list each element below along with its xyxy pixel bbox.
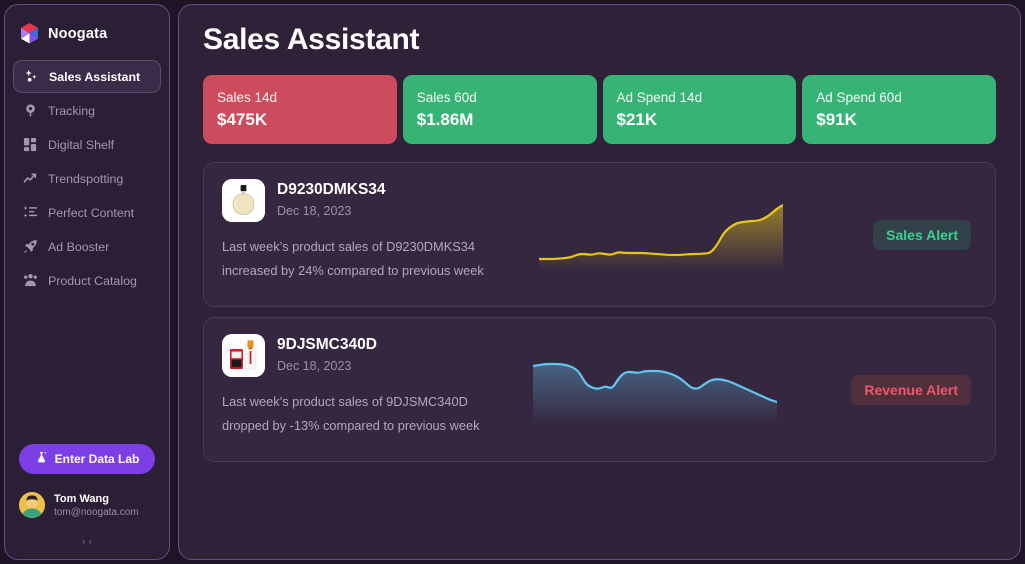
kpi-card-ad-spend-14d[interactable]: Ad Spend 14d $21K (602, 75, 797, 144)
sidebar-item-label: Trendspotting (48, 171, 124, 186)
sidebar: Noogata Sales Assistant Tracking Digital… (4, 4, 170, 560)
sidebar-item-label: Perfect Content (48, 205, 135, 220)
sidebar-item-perfect-content[interactable]: Perfect Content (13, 196, 161, 229)
sidebar-item-digital-shelf[interactable]: Digital Shelf (13, 128, 161, 161)
sidebar-item-label: Ad Booster (48, 239, 110, 254)
sidebar-item-tracking[interactable]: Tracking (13, 94, 161, 127)
user-email: tom@noogata.com (54, 507, 139, 518)
sidebar-item-label: Digital Shelf (48, 137, 115, 152)
enter-data-lab-button[interactable]: Enter Data Lab (19, 443, 155, 474)
sidebar-nav: Sales Assistant Tracking Digital Shelf T… (5, 60, 169, 298)
sidebar-item-trendspotting[interactable]: Trendspotting (13, 162, 161, 195)
alert-sparkline-chart (533, 348, 777, 426)
alert-sku: D9230DMKS34 (277, 181, 386, 198)
sidebar-item-sales-assistant[interactable]: Sales Assistant (13, 60, 161, 93)
kpi-value: $21K (616, 109, 658, 129)
location-pin-icon (23, 103, 38, 118)
main-content: Sales Assistant Sales 14d $475K Sales 60… (178, 4, 1021, 560)
collapse-sidebar-icon[interactable]: › ‹ (19, 531, 155, 553)
kpi-card-sales-14d[interactable]: Sales 14d $475K (203, 75, 397, 144)
kpi-value: $91K (816, 109, 857, 129)
alert-card[interactable]: 9DJSMC340D Dec 18, 2023 Last week’s prod… (203, 317, 996, 462)
app-window: Noogata Sales Assistant Tracking Digital… (0, 0, 1025, 564)
kpi-label: Ad Spend 14d (616, 89, 703, 105)
kpi-card-ad-spend-60d[interactable]: Ad Spend 60d $91K (802, 75, 996, 144)
flask-icon (35, 451, 48, 467)
sidebar-item-ad-booster[interactable]: Ad Booster (13, 230, 161, 263)
rocket-icon (23, 239, 38, 254)
brand-name: Noogata (48, 25, 108, 42)
sidebar-item-label: Product Catalog (48, 273, 137, 288)
alert-date: Dec 18, 2023 (277, 204, 352, 219)
kpi-value: $1.86M (416, 109, 474, 129)
alert-card[interactable]: D9230DMKS34 Dec 18, 2023 Last week’s pro… (203, 162, 996, 307)
sidebar-item-product-catalog[interactable]: Product Catalog (13, 264, 161, 297)
avatar (19, 492, 45, 519)
alert-sparkline-chart (539, 193, 783, 271)
kpi-label: Sales 60d (416, 89, 477, 105)
brand: Noogata (5, 19, 169, 44)
status-badge[interactable]: Revenue Alert (851, 374, 971, 405)
sidebar-item-label: Sales Assistant (49, 69, 141, 84)
grid-icon (23, 137, 38, 152)
kpi-card-sales-60d[interactable]: Sales 60d $1.86M (402, 75, 597, 144)
list-icon (23, 205, 38, 220)
alert-date: Dec 18, 2023 (277, 359, 352, 374)
user-profile[interactable]: Tom Wang tom@noogata.com (19, 492, 155, 529)
kpi-label: Sales 14d (217, 89, 278, 105)
page-title: Sales Assistant (203, 23, 420, 56)
kpi-value: $475K (217, 109, 268, 129)
sidebar-item-label: Tracking (48, 103, 96, 118)
kpi-label: Ad Spend 60d (816, 89, 902, 105)
kpi-row: Sales 14d $475K Sales 60d $1.86M Ad Spen… (203, 75, 996, 144)
serum-bottle-product-image-icon (222, 334, 265, 377)
alert-sku: 9DJSMC340D (277, 336, 377, 353)
sidebar-footer: Enter Data Lab Tom Wang tom@noogata.com … (5, 443, 169, 553)
trend-arrow-icon (23, 171, 38, 186)
status-badge[interactable]: Sales Alert (873, 219, 971, 250)
group-icon (23, 273, 38, 288)
noogata-hexagon-logo-icon (19, 23, 40, 44)
perfume-bottle-product-image-icon (222, 179, 265, 222)
user-name: Tom Wang (54, 492, 109, 505)
enter-data-lab-label: Enter Data Lab (54, 451, 140, 466)
sparkle-icon (24, 69, 39, 84)
